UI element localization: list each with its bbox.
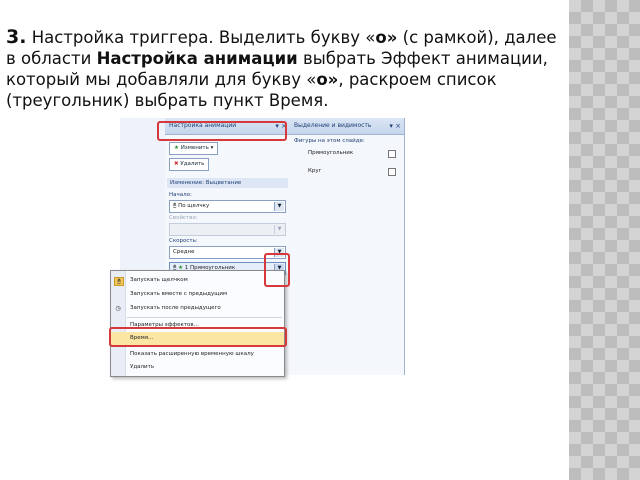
step-number: 3.	[6, 26, 27, 48]
pane-title-text: Выделение и видимость	[294, 122, 372, 129]
text-part: Настройка триггера. Выделить букву «	[26, 28, 376, 47]
shape-row[interactable]: Прямоугольник	[308, 148, 400, 159]
area-name-bold: Настройка анимации	[96, 49, 298, 68]
menu-item-label: Запускать после предыдущего	[130, 305, 221, 311]
menu-item-remove[interactable]: Удалить	[111, 361, 284, 374]
decorative-side-pattern	[569, 0, 640, 480]
pane-close-icon[interactable]: ▾ ×	[389, 118, 401, 134]
shape-name: Круг	[308, 168, 322, 174]
chevron-down-icon[interactable]: ▼	[274, 202, 284, 211]
shape-row[interactable]: Круг	[308, 166, 400, 177]
visibility-checkbox[interactable]	[388, 168, 396, 176]
menu-item-show-advanced-timeline[interactable]: Показать расширенную временную шкалу	[111, 348, 284, 361]
selection-pane: Выделение и видимость ▾ × Фигуры на этом…	[290, 118, 405, 375]
shapes-header: Фигуры на этом слайде:	[294, 138, 365, 144]
highlight-pane-title	[157, 121, 287, 141]
menu-item-start-after-previous[interactable]: ◷ Запускать после предыдущего	[111, 302, 284, 315]
selection-pane-title: Выделение и видимость ▾ ×	[290, 118, 404, 135]
mouse-icon: 🖰	[114, 277, 124, 286]
menu-item-label: Показать расширенную временную шкалу	[130, 351, 254, 357]
menu-item-label: Запускать вместе с предыдущим	[130, 291, 228, 297]
star-icon: ★	[174, 145, 179, 151]
shape-name: Прямоугольник	[308, 150, 354, 156]
change-effect-button[interactable]: ★ Изменить ▾	[169, 142, 219, 155]
highlight-dropdown-triangle	[264, 253, 290, 287]
mouse-icon: 🖰	[173, 203, 177, 209]
speed-value: Средне	[173, 249, 195, 255]
slide-instruction-text: 3. Настройка триггера. Выделить букву «о…	[6, 27, 561, 111]
speed-label: Скорость:	[169, 238, 198, 244]
letter-bold: о»	[316, 70, 339, 89]
property-label: Свойство:	[169, 215, 198, 221]
delete-effect-button[interactable]: ✖ Удалить	[169, 158, 210, 171]
clock-icon: ◷	[115, 305, 121, 312]
effect-context-menu: 🖰 Запускать щелчком Запускать вместе с п…	[110, 270, 285, 377]
menu-item-label: Удалить	[130, 364, 155, 370]
delete-button-label: Удалить	[180, 161, 205, 167]
start-select[interactable]: 🖰 По щелчку ▼	[169, 200, 286, 213]
menu-item-start-on-click[interactable]: 🖰 Запускать щелчком	[111, 274, 284, 287]
letter-bold: о»	[375, 28, 398, 47]
delete-icon: ✖	[174, 161, 179, 167]
menu-separator	[127, 317, 282, 318]
menu-item-start-with-previous[interactable]: Запускать вместе с предыдущим	[111, 288, 284, 301]
menu-item-label: Запускать щелчком	[130, 277, 188, 283]
property-select: ▼	[169, 223, 286, 236]
start-value: По щелчку	[178, 203, 210, 209]
highlight-timing-item	[109, 327, 287, 347]
start-label: Начало:	[169, 192, 192, 198]
chevron-down-icon: ▼	[274, 225, 284, 234]
change-button-label: Изменить	[180, 145, 209, 151]
visibility-checkbox[interactable]	[388, 150, 396, 158]
modify-header: Изменение: Выцветание	[167, 178, 288, 188]
